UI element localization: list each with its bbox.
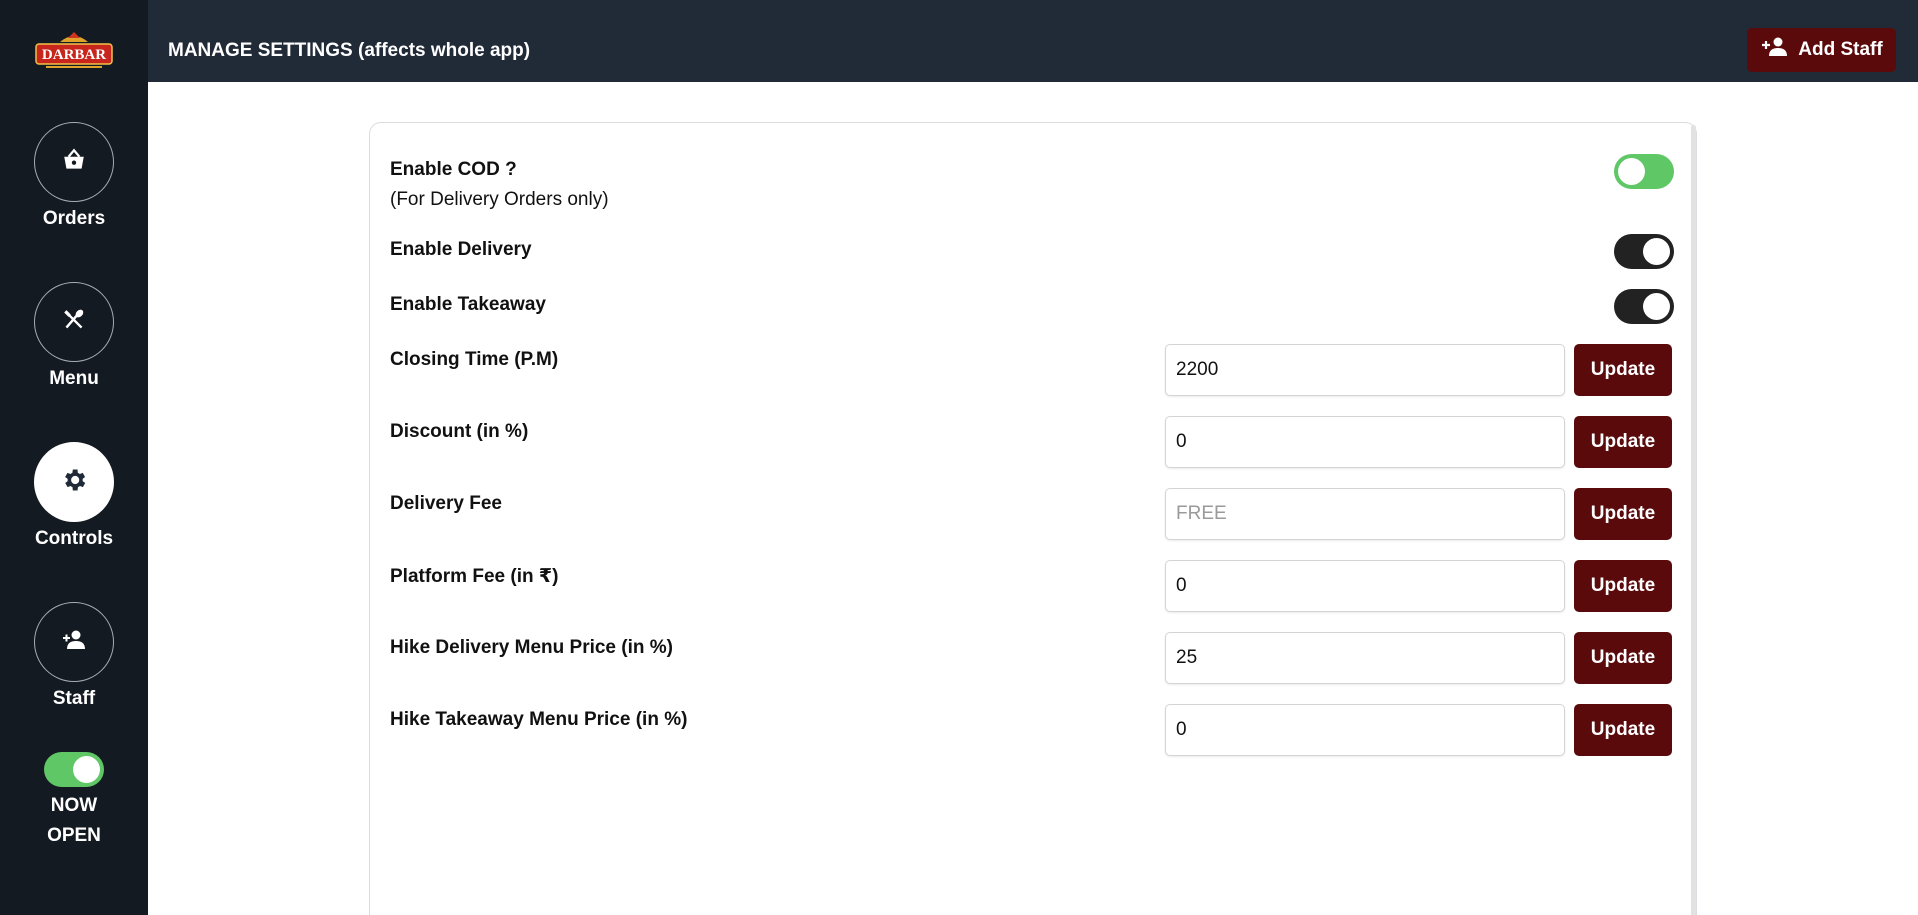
hike-delivery-label: Hike Delivery Menu Price (in %) (390, 637, 673, 658)
open-status-line2: OPEN (47, 825, 101, 846)
hike-takeaway-update-button[interactable]: Update (1574, 704, 1672, 756)
platform-fee-label: Platform Fee (in ₹) (390, 566, 559, 587)
sidebar-item-controls[interactable]: Controls (0, 442, 148, 550)
closing-time-label: Closing Time (P.M) (390, 349, 559, 370)
platform-fee-update-button[interactable]: Update (1574, 560, 1672, 612)
brand-logo[interactable]: DARBAR (30, 30, 118, 72)
closing-time-input[interactable] (1165, 344, 1565, 396)
sidebar-item-label: Controls (34, 528, 114, 549)
add-staff-label: Add Staff (1798, 39, 1883, 60)
person-add-icon (60, 628, 88, 657)
toggle-knob (1643, 293, 1670, 320)
basket-icon (61, 147, 87, 178)
open-status-line1: NOW (50, 795, 98, 816)
hike-takeaway-input[interactable] (1165, 704, 1565, 756)
add-staff-button[interactable]: Add Staff (1747, 28, 1896, 72)
sidebar-item-label: Orders (42, 208, 106, 229)
delivery-toggle[interactable] (1614, 234, 1674, 269)
sidebar-item-staff[interactable]: Staff (0, 602, 148, 710)
delivery-fee-label: Delivery Fee (390, 493, 502, 514)
store-open-toggle[interactable] (44, 752, 104, 787)
delivery-fee-input[interactable] (1165, 488, 1565, 540)
menu-circle[interactable] (34, 282, 114, 362)
store-open-status: NOW OPEN (0, 752, 148, 851)
toggle-knob (1618, 158, 1645, 185)
fork-spoon-icon (61, 307, 87, 338)
top-header: MANAGE SETTINGS (affects whole app) Add … (148, 0, 1918, 82)
takeaway-label: Enable Takeaway (390, 294, 546, 315)
cod-label: Enable COD ? (390, 159, 517, 180)
delivery-label: Enable Delivery (390, 239, 532, 260)
sidebar-item-label: Menu (49, 368, 99, 389)
cod-toggle[interactable] (1614, 154, 1674, 189)
hike-takeaway-label: Hike Takeaway Menu Price (in %) (390, 709, 688, 730)
sidebar-item-menu[interactable]: Menu (0, 282, 148, 390)
app-root: DARBAR Orders Menu Controls Staff NOW OP… (0, 0, 1918, 915)
page-title: MANAGE SETTINGS (affects whole app) (168, 40, 531, 61)
toggle-knob (73, 756, 100, 783)
discount-update-button[interactable]: Update (1574, 416, 1672, 468)
settings-card: Enable COD ? (For Delivery Orders only) … (369, 122, 1697, 915)
svg-text:DARBAR: DARBAR (42, 47, 106, 63)
orders-circle[interactable] (34, 122, 114, 202)
hike-delivery-input[interactable] (1165, 632, 1565, 684)
sidebar: DARBAR Orders Menu Controls Staff NOW OP… (0, 0, 148, 915)
closing-time-update-button[interactable]: Update (1574, 344, 1672, 396)
staff-circle[interactable] (34, 602, 114, 682)
cod-sublabel: (For Delivery Orders only) (390, 189, 609, 210)
discount-input[interactable] (1165, 416, 1565, 468)
platform-fee-input[interactable] (1165, 560, 1565, 612)
sidebar-item-label: Staff (52, 688, 96, 709)
toggle-knob (1643, 238, 1670, 265)
person-add-icon (1760, 35, 1798, 65)
takeaway-toggle[interactable] (1614, 289, 1674, 324)
gear-icon (60, 466, 88, 499)
discount-label: Discount (in %) (390, 421, 529, 442)
controls-circle[interactable] (34, 442, 114, 522)
sidebar-item-orders[interactable]: Orders (0, 122, 148, 230)
card-scrollbar[interactable] (1691, 125, 1696, 915)
hike-delivery-update-button[interactable]: Update (1574, 632, 1672, 684)
delivery-fee-update-button[interactable]: Update (1574, 488, 1672, 540)
